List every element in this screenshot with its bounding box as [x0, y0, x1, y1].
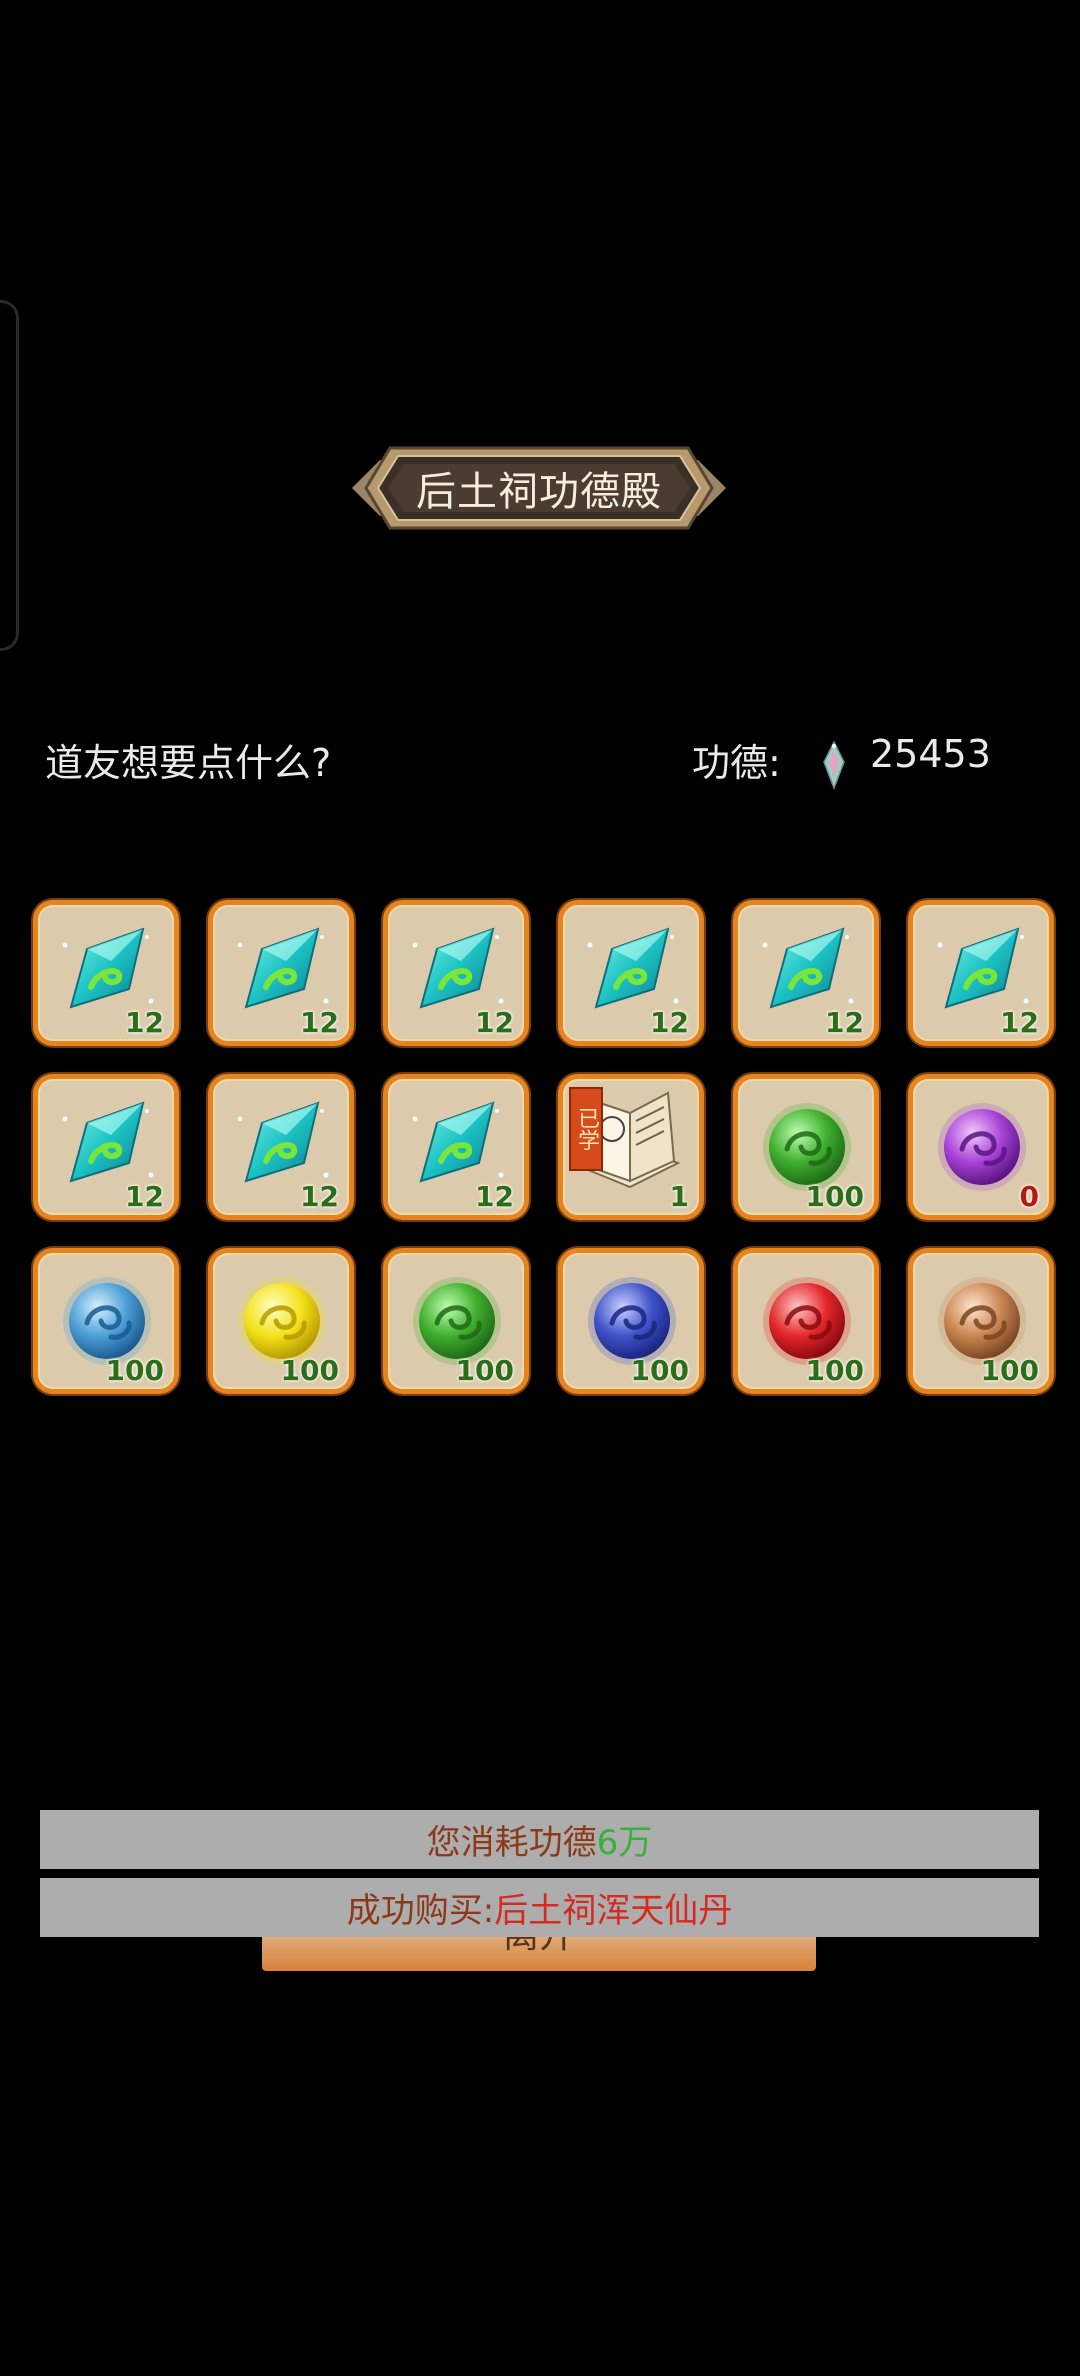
merit-value: 25453	[870, 732, 991, 776]
purchase-item: 后土祠浑天仙丹	[494, 1891, 733, 1931]
consume-amount: 6万	[596, 1823, 653, 1863]
item-slot[interactable]: 100	[33, 1248, 179, 1394]
item-count: 12	[475, 1006, 514, 1039]
item-slot[interactable]: 100	[208, 1248, 354, 1394]
merit-crystal-icon	[823, 740, 845, 790]
item-count: 12	[125, 1180, 164, 1213]
learned-tag: 已学	[569, 1087, 603, 1171]
consume-toast: 您消耗功德 6万	[40, 1810, 1039, 1869]
purchase-text: 成功购买:	[346, 1891, 495, 1931]
item-slot[interactable]: 12	[208, 1074, 354, 1220]
item-count: 100	[630, 1354, 689, 1387]
item-count: 100	[280, 1354, 339, 1387]
item-slot[interactable]: 0	[908, 1074, 1054, 1220]
item-slot[interactable]: 12	[733, 900, 879, 1046]
item-count: 12	[300, 1006, 339, 1039]
item-slot[interactable]: 12	[908, 900, 1054, 1046]
item-count: 100	[105, 1354, 164, 1387]
item-count: 12	[1000, 1006, 1039, 1039]
item-slot[interactable]: 100	[733, 1248, 879, 1394]
item-grid: 12 12 12 12 12 12 12 12 12 已学 1 100 0 100 100 100 100 100…	[33, 900, 1054, 1394]
purchase-toast: 成功购买: 后土祠浑天仙丹	[40, 1878, 1039, 1937]
item-count: 12	[125, 1006, 164, 1039]
item-slot[interactable]: 12	[558, 900, 704, 1046]
item-count: 100	[980, 1354, 1039, 1387]
shop-prompt: 道友想要点什么?	[45, 741, 332, 785]
item-slot[interactable]: 12	[33, 900, 179, 1046]
side-drawer-handle[interactable]	[0, 300, 19, 651]
title-plaque: 后土祠功德殿	[352, 442, 726, 534]
page-title: 后土祠功德殿	[416, 469, 662, 515]
item-count: 12	[650, 1006, 689, 1039]
item-count: 12	[475, 1180, 514, 1213]
item-slot[interactable]: 100	[383, 1248, 529, 1394]
item-count: 100	[805, 1354, 864, 1387]
item-slot[interactable]: 12	[383, 1074, 529, 1220]
item-count: 100	[805, 1180, 864, 1213]
item-count: 1	[669, 1180, 689, 1213]
item-slot[interactable]: 已学 1	[558, 1074, 704, 1220]
item-slot[interactable]: 12	[383, 900, 529, 1046]
item-slot[interactable]: 100	[558, 1248, 704, 1394]
item-slot[interactable]: 12	[208, 900, 354, 1046]
item-count: 0	[1019, 1180, 1039, 1213]
item-count: 100	[455, 1354, 514, 1387]
item-count: 12	[825, 1006, 864, 1039]
merit-label: 功德:	[692, 741, 781, 785]
item-slot[interactable]: 100	[908, 1248, 1054, 1394]
item-count: 12	[300, 1180, 339, 1213]
item-slot[interactable]: 100	[733, 1074, 879, 1220]
consume-text: 您消耗功德	[426, 1823, 597, 1863]
item-slot[interactable]: 12	[33, 1074, 179, 1220]
